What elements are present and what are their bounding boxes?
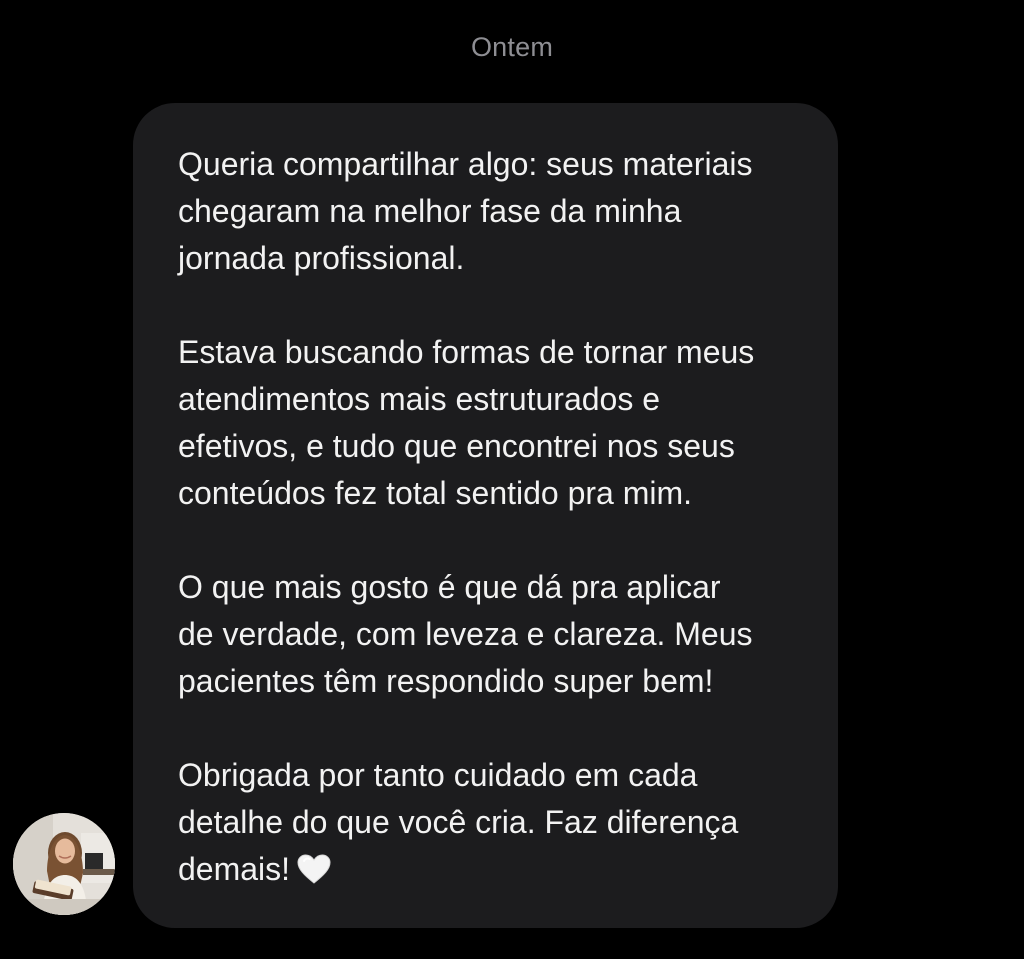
message-paragraph: Estava buscando formas de tornar meus at… [178, 329, 798, 517]
message-bubble[interactable]: Queria compartilhar algo: seus materiais… [133, 103, 838, 928]
message-line: conteúdos fez total sentido pra mim. [178, 475, 693, 511]
message-line: Obrigada por tanto cuidado em cada [178, 757, 698, 793]
message-line: pacientes têm respondido super bem! [178, 663, 714, 699]
message-line: de verdade, com leveza e clareza. Meus [178, 616, 753, 652]
message-line: efetivos, e tudo que encontrei nos seus [178, 428, 735, 464]
message-line: atendimentos mais estruturados e [178, 381, 661, 417]
message-paragraph: Obrigada por tanto cuidado em cada detal… [178, 752, 798, 893]
message-line: O que mais gosto é que dá pra aplicar [178, 569, 721, 605]
sender-avatar[interactable] [13, 813, 115, 915]
message-paragraph: O que mais gosto é que dá pra aplicar de… [178, 564, 798, 705]
message-line: Estava buscando formas de tornar meus [178, 334, 755, 370]
white-heart-icon [296, 851, 332, 884]
message-line: jornada profissional. [178, 240, 465, 276]
message-line-text: demais! [178, 851, 291, 887]
message-paragraph: Queria compartilhar algo: seus materiais… [178, 141, 798, 282]
message-line: Queria compartilhar algo: seus materiais [178, 146, 753, 182]
message-line-last: demais! [178, 846, 798, 893]
message-line: chegaram na melhor fase da minha [178, 193, 682, 229]
date-separator: Ontem [470, 32, 554, 62]
message-line: detalhe do que você cria. Faz diferença [178, 804, 739, 840]
